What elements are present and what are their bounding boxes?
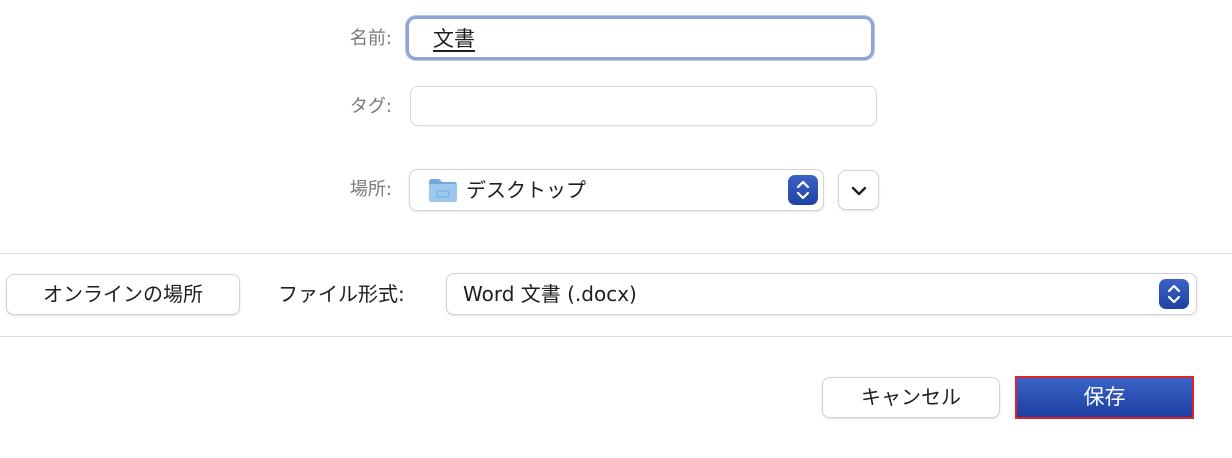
divider-top — [0, 253, 1232, 254]
tags-label: タグ: — [349, 96, 392, 117]
chevron-down-icon — [839, 171, 879, 213]
cancel-button[interactable]: キャンセル — [822, 377, 1000, 418]
tags-input[interactable] — [410, 86, 877, 126]
save-button[interactable]: 保存 — [1015, 376, 1194, 419]
name-input[interactable]: 文書 — [406, 16, 874, 60]
save-dialog: 名前: 文書 タグ: 場所: デスクトップ オンラインの場所 ファイル形式: W… — [0, 0, 1232, 458]
file-format-popup[interactable]: Word 文書 (.docx) — [446, 273, 1197, 315]
name-label: 名前: — [349, 28, 392, 49]
file-format-value: Word 文書 (.docx) — [463, 282, 637, 306]
location-value: デスクトップ — [466, 178, 586, 202]
up-down-arrows-icon — [1159, 279, 1189, 309]
expand-button[interactable] — [838, 170, 879, 210]
location-popup[interactable]: デスクトップ — [409, 169, 824, 211]
file-format-label: ファイル形式: — [278, 282, 405, 306]
up-down-arrows-icon — [788, 175, 818, 205]
location-label: 場所: — [349, 179, 392, 200]
name-input-value: 文書 — [433, 27, 475, 51]
online-locations-button[interactable]: オンラインの場所 — [6, 274, 240, 315]
folder-icon — [428, 177, 458, 207]
divider-bottom — [0, 336, 1232, 337]
